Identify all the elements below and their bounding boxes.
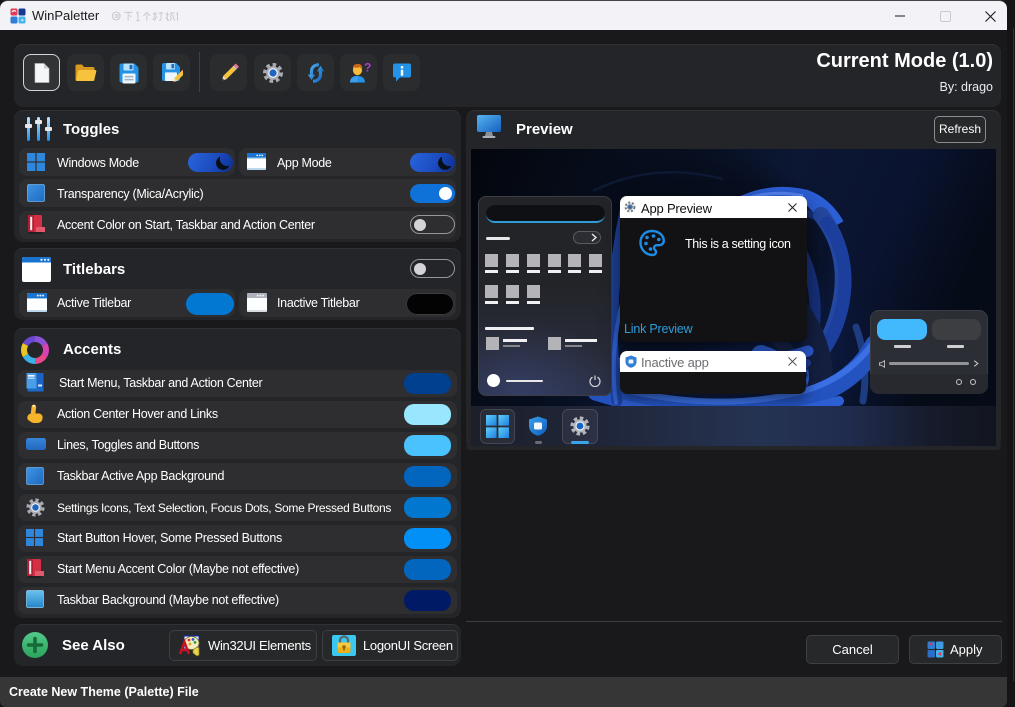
svg-text:?: ? (364, 60, 371, 74)
